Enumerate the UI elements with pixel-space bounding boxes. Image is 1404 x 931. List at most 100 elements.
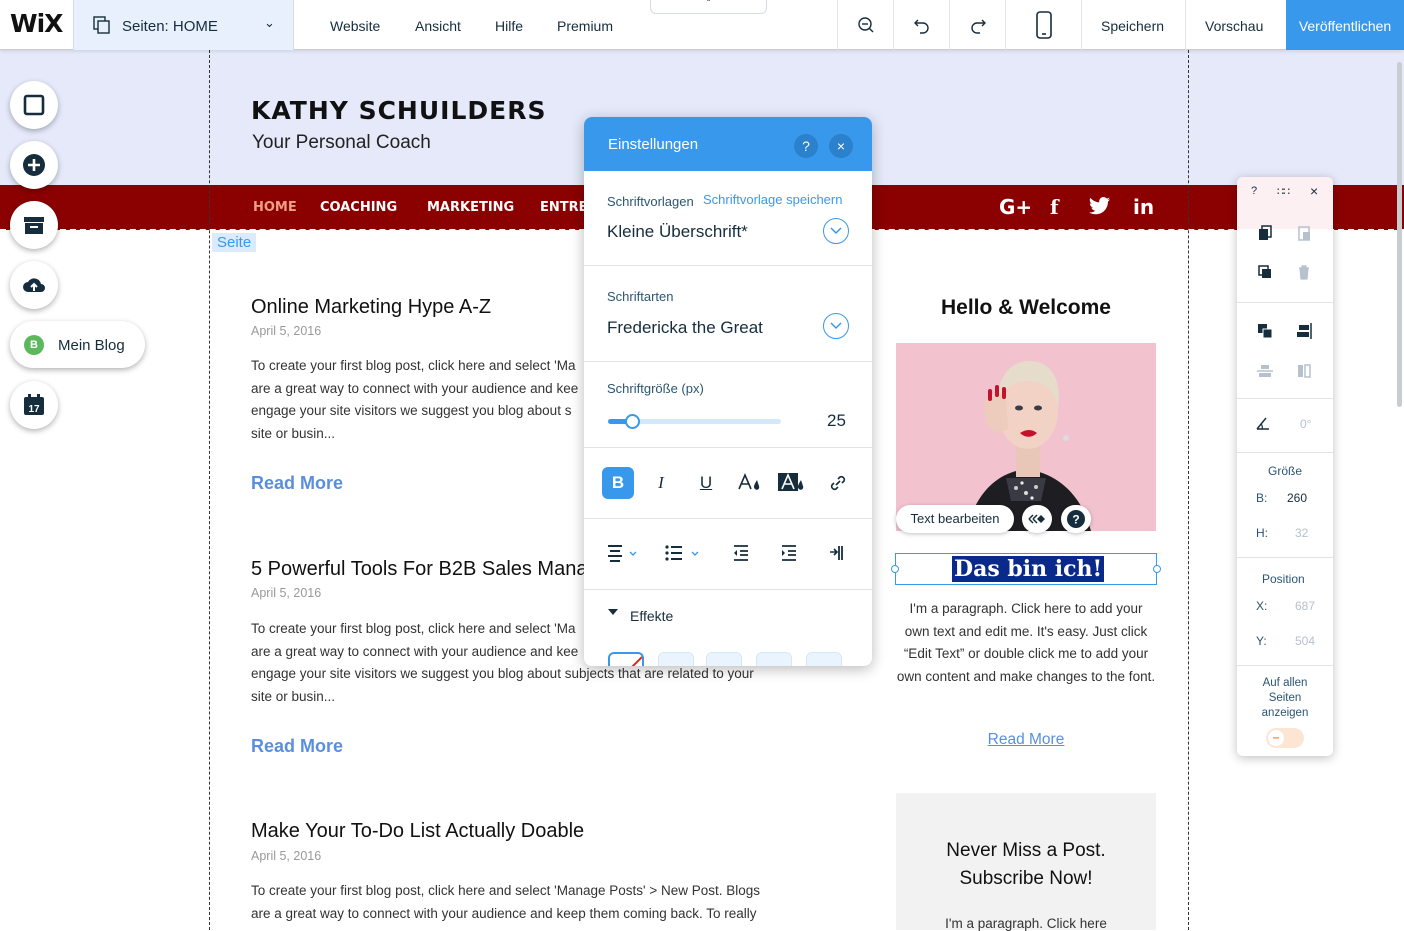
post-title[interactable]: Online Marketing Hype A-Z: [251, 296, 491, 319]
undo-icon[interactable]: [910, 13, 934, 37]
arrange-icon[interactable]: [1257, 323, 1273, 339]
welcome-heading[interactable]: Hello & Welcome: [896, 296, 1156, 320]
resize-handle-left[interactable]: [891, 565, 899, 573]
linkedin-icon[interactable]: in: [1133, 195, 1154, 219]
read-more-link[interactable]: Read More: [251, 736, 343, 757]
subscribe-box[interactable]: Never Miss a Post. Subscribe Now! I'm a …: [896, 793, 1156, 931]
twitter-icon[interactable]: [1089, 197, 1111, 216]
redo-icon[interactable]: [966, 13, 990, 37]
save-button[interactable]: Speichern: [1101, 18, 1164, 34]
highlight-color-button[interactable]: [776, 467, 808, 499]
preview-button[interactable]: Vorschau: [1205, 18, 1263, 34]
read-more-link[interactable]: Read More: [896, 731, 1156, 749]
panel-header[interactable]: Einstellungen ? ×: [584, 117, 872, 171]
effect-none-swatch[interactable]: [608, 652, 644, 666]
collapse-toolbar-tab[interactable]: ˆ: [650, 0, 767, 14]
link-icon: [830, 475, 846, 491]
mobile-view-icon[interactable]: [1031, 11, 1057, 39]
align-right-icon[interactable]: [1296, 323, 1312, 339]
collapse-triangle-icon[interactable]: [608, 609, 618, 615]
duplicate-icon[interactable]: [1257, 264, 1273, 280]
delete-icon[interactable]: [1296, 264, 1312, 280]
effect-swatch[interactable]: [658, 652, 694, 666]
add-icon: [23, 154, 45, 176]
bold-button[interactable]: B: [602, 467, 634, 499]
show-on-all-pages-toggle[interactable]: –: [1266, 728, 1304, 748]
facebook-icon[interactable]: f: [1050, 195, 1059, 219]
app-market-button[interactable]: [10, 201, 58, 249]
post-title[interactable]: Make Your To-Do List Actually Doable: [251, 820, 584, 843]
menu-premium[interactable]: Premium: [557, 18, 613, 34]
post-title[interactable]: 5 Powerful Tools For B2B Sales Mana: [251, 558, 587, 581]
match-size-icon[interactable]: [1296, 363, 1312, 379]
intro-paragraph[interactable]: I'm a paragraph. Click here to add your …: [896, 598, 1156, 688]
increase-indent-icon[interactable]: [780, 544, 798, 562]
x-label: X:: [1256, 599, 1268, 613]
site-tagline[interactable]: Your Personal Coach: [252, 132, 431, 154]
height-input[interactable]: 32: [1295, 526, 1308, 540]
profile-photo[interactable]: [896, 343, 1156, 531]
rotation-value[interactable]: 0°: [1300, 417, 1311, 431]
effects-label[interactable]: Effekte: [630, 608, 673, 624]
pages-dropdown[interactable]: Seiten: HOME ⌄: [73, 0, 294, 50]
font-size-value[interactable]: 25: [827, 411, 846, 431]
menu-ansicht[interactable]: Ansicht: [415, 18, 461, 34]
nav-entrepreneur[interactable]: ENTRE: [540, 200, 588, 215]
template-dropdown[interactable]: Kleine Überschrift*: [607, 222, 748, 242]
paste-icon[interactable]: [1296, 225, 1312, 241]
subscribe-title: Never Miss a Post. Subscribe Now!: [896, 837, 1156, 893]
post-excerpt-line: site or busin...: [251, 688, 336, 704]
link-button[interactable]: [822, 467, 854, 499]
nav-home[interactable]: HOME: [253, 200, 297, 215]
font-size-slider[interactable]: [608, 414, 781, 429]
resize-handle-right[interactable]: [1153, 565, 1161, 573]
publish-button[interactable]: Veröffentlichen: [1286, 0, 1404, 50]
effect-swatch[interactable]: [706, 652, 742, 666]
text-direction-icon[interactable]: [828, 544, 844, 562]
read-more-link[interactable]: Read More: [251, 473, 343, 494]
align-center-icon[interactable]: [606, 544, 638, 562]
width-input[interactable]: 260: [1287, 491, 1307, 505]
edit-text-button[interactable]: Text bearbeiten: [896, 505, 1014, 533]
panel-close-button[interactable]: ×: [829, 134, 853, 158]
nav-marketing[interactable]: MARKETING: [427, 200, 514, 215]
chevron-down-icon[interactable]: [823, 218, 849, 244]
post-excerpt-line: engage your site visitors we suggest you…: [251, 666, 754, 681]
italic-button[interactable]: I: [645, 467, 677, 499]
effect-swatch[interactable]: [756, 652, 792, 666]
nav-coaching[interactable]: COACHING: [320, 200, 397, 215]
background-button[interactable]: [10, 81, 58, 129]
add-button[interactable]: [10, 141, 58, 189]
upload-button[interactable]: [10, 261, 58, 309]
canvas-scrollbar[interactable]: [1397, 62, 1402, 407]
text-color-button[interactable]: [734, 467, 766, 499]
panel-help-button[interactable]: ?: [794, 134, 818, 158]
x-input[interactable]: 687: [1295, 599, 1315, 613]
copy-icon[interactable]: [1257, 225, 1273, 241]
selected-headline[interactable]: Das bin ich!: [952, 556, 1105, 582]
wix-logo[interactable]: WiX: [10, 9, 63, 38]
inspector-panel: ? ∷∷ × 0° Größe B: 260 H: 32 Position X:…: [1237, 177, 1333, 756]
y-input[interactable]: 504: [1295, 634, 1315, 648]
my-blog-button[interactable]: B Mein Blog: [10, 321, 145, 368]
animation-icon[interactable]: [1022, 505, 1052, 533]
google-plus-icon[interactable]: G+: [999, 195, 1032, 219]
effect-swatch[interactable]: [806, 652, 842, 666]
bookings-button[interactable]: 17: [10, 381, 58, 429]
font-dropdown[interactable]: Fredericka the Great: [607, 318, 763, 338]
menu-website[interactable]: Website: [330, 18, 380, 34]
post-excerpt[interactable]: To create your first blog post, click he…: [251, 880, 791, 925]
underline-button[interactable]: U: [690, 467, 722, 499]
chevron-down-icon[interactable]: [823, 313, 849, 339]
site-name[interactable]: KATHY SCHUILDERS: [251, 96, 546, 125]
decrease-indent-icon[interactable]: [732, 544, 750, 562]
distribute-icon[interactable]: [1257, 363, 1273, 379]
rotate-icon[interactable]: [1255, 415, 1271, 431]
none-slash: [612, 654, 642, 666]
menu-hilfe[interactable]: Hilfe: [495, 18, 523, 34]
rotation-section: [1237, 399, 1333, 453]
zoom-out-icon[interactable]: [854, 13, 878, 37]
help-icon[interactable]: ?: [1061, 505, 1091, 533]
list-icon[interactable]: [664, 544, 704, 562]
save-template-link[interactable]: Schriftvorlage speichern: [703, 192, 842, 207]
